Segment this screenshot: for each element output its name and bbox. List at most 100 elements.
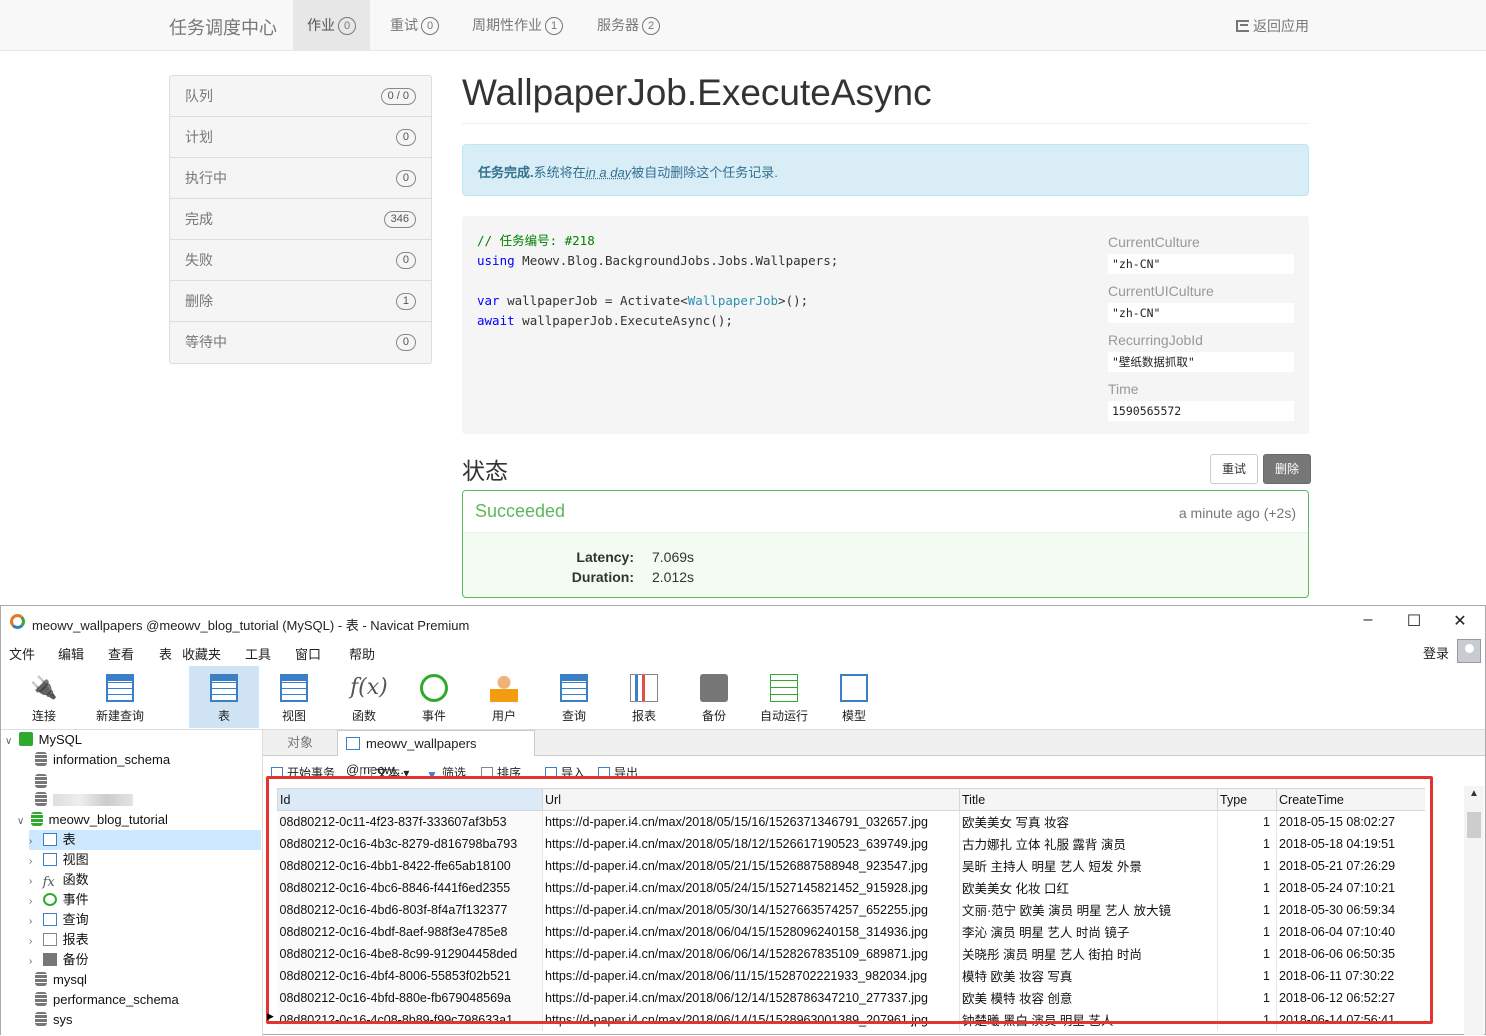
cell-url[interactable]: https://d-paper.i4.cn/max/2018/06/04/15/… bbox=[542, 920, 960, 943]
tree-item-blog-db[interactable]: ∨ meowv_blog_tutorial bbox=[17, 810, 168, 830]
retry-button[interactable]: 重试 bbox=[1210, 454, 1259, 484]
cell-url[interactable]: https://d-paper.i4.cn/max/2018/06/11/15/… bbox=[542, 964, 960, 987]
sidebar-item-failed[interactable]: 失败 0 bbox=[170, 240, 431, 281]
cell-id[interactable]: 08d80212-0c16-4bfd-880e-fb679048569a bbox=[277, 986, 543, 1009]
table-row[interactable]: 08d80212-0c16-4c08-8b89-f99c798633a1 http… bbox=[277, 1008, 1425, 1031]
tree-item-views[interactable]: › 视图 bbox=[29, 850, 89, 870]
cell-type[interactable]: 1 bbox=[1217, 876, 1277, 899]
cell-title[interactable]: 关晓彤 演员 明星 艺人 街拍 时尚 bbox=[959, 942, 1218, 965]
login-link[interactable]: 登录 bbox=[1423, 643, 1449, 662]
cell-title[interactable]: 文丽·范宁 欧美 演员 明星 艺人 放大镜 bbox=[959, 898, 1218, 921]
toolbar-automation[interactable]: 自动运行 bbox=[749, 666, 819, 728]
toolbar-report[interactable]: 报表 bbox=[609, 666, 679, 728]
chevron-down-icon[interactable]: ∨ bbox=[17, 812, 27, 832]
table-row[interactable]: 08d80212-0c16-4bdf-8aef-988f3e4785e8 http… bbox=[277, 920, 1425, 943]
tree-item-backups[interactable]: › 备份 bbox=[29, 950, 89, 970]
cell-type[interactable]: 1 bbox=[1217, 832, 1277, 855]
sidebar-item-deleted[interactable]: 删除 1 bbox=[170, 281, 431, 322]
close-icon[interactable]: ✕ bbox=[1450, 611, 1470, 631]
tree-item-information-schema[interactable]: information_schema bbox=[35, 750, 170, 770]
column-header-createtime[interactable]: CreateTime bbox=[1276, 788, 1425, 811]
toolbar-query[interactable]: 查询 bbox=[539, 666, 609, 728]
nav-servers[interactable]: 服务器 2 bbox=[583, 0, 674, 50]
chevron-right-icon[interactable]: › bbox=[29, 912, 39, 932]
brand-title[interactable]: 任务调度中心 bbox=[169, 14, 277, 40]
cell-createtime[interactable]: 2018-05-24 07:10:21 bbox=[1276, 876, 1425, 899]
toolbar-event[interactable]: 事件 bbox=[399, 666, 469, 728]
menu-view[interactable]: 查看 bbox=[108, 644, 134, 663]
cell-id[interactable]: 08d80212-0c16-4bd6-803f-8f4a7f132377 bbox=[277, 898, 543, 921]
begin-transaction-button[interactable]: 开始事务 bbox=[271, 764, 335, 781]
cell-createtime[interactable]: 2018-06-06 06:50:35 bbox=[1276, 942, 1425, 965]
cell-title[interactable]: 欧美 模特 妆容 创意 bbox=[959, 986, 1218, 1009]
table-row[interactable]: 08d80212-0c11-4f23-837f-333607af3b53 http… bbox=[277, 810, 1425, 833]
chevron-right-icon[interactable]: › bbox=[29, 852, 39, 872]
sort-button[interactable]: 排序 bbox=[481, 764, 521, 781]
toolbar-model[interactable]: 模型 bbox=[819, 666, 889, 728]
menu-edit[interactable]: 编辑 bbox=[58, 644, 84, 663]
cell-type[interactable]: 1 bbox=[1217, 942, 1277, 965]
cell-createtime[interactable]: 2018-05-30 06:59:34 bbox=[1276, 898, 1425, 921]
cell-title[interactable]: 欧美美女 写真 妆容 bbox=[959, 810, 1218, 833]
cell-id[interactable]: 08d80212-0c16-4bf4-8006-55853f02b521 bbox=[277, 964, 543, 987]
tree-item-events[interactable]: › 事件 bbox=[29, 890, 89, 910]
cell-url[interactable]: https://d-paper.i4.cn/max/2018/05/30/14/… bbox=[542, 898, 960, 921]
table-row[interactable]: 08d80212-0c16-4bfd-880e-fb679048569a http… bbox=[277, 986, 1425, 1009]
tree-item-performance-schema[interactable]: performance_schema bbox=[35, 990, 179, 1010]
menu-file[interactable]: 文件 bbox=[9, 644, 35, 663]
toolbar-view[interactable]: 视图 bbox=[259, 666, 329, 728]
menu-tools[interactable]: 工具 bbox=[245, 644, 271, 663]
cell-url[interactable]: https://d-paper.i4.cn/max/2018/06/12/14/… bbox=[542, 986, 960, 1009]
scroll-up-icon[interactable]: ▲ bbox=[1469, 788, 1479, 799]
cell-id[interactable]: 08d80212-0c16-4be8-8c99-912904458ded bbox=[277, 942, 543, 965]
cell-createtime[interactable]: 2018-05-15 08:02:27 bbox=[1276, 810, 1425, 833]
tree-item-mysql-db[interactable]: mysql bbox=[35, 970, 87, 990]
table-row[interactable]: 08d80212-0c16-4bf4-8006-55853f02b521 http… bbox=[277, 964, 1425, 987]
menu-help[interactable]: 帮助 bbox=[349, 644, 375, 663]
column-header-type[interactable]: Type bbox=[1217, 788, 1277, 811]
minimize-icon[interactable]: – bbox=[1358, 611, 1378, 629]
chevron-right-icon[interactable]: › bbox=[29, 892, 39, 912]
cell-type[interactable]: 1 bbox=[1217, 898, 1277, 921]
chevron-right-icon[interactable]: › bbox=[29, 872, 39, 892]
cell-title[interactable]: 吴昕 主持人 明星 艺人 短发 外景 bbox=[959, 854, 1218, 877]
menu-favorites[interactable]: 收藏夹 bbox=[182, 644, 221, 663]
chevron-right-icon[interactable]: › bbox=[29, 952, 39, 972]
cell-url[interactable]: https://d-paper.i4.cn/max/2018/05/18/12/… bbox=[542, 832, 960, 855]
back-to-app-link[interactable]: 返回应用 bbox=[1236, 16, 1309, 36]
cell-type[interactable]: 1 bbox=[1217, 854, 1277, 877]
table-row[interactable]: 08d80212-0c16-4bc6-8846-f441f6ed2355 http… bbox=[277, 876, 1425, 899]
export-button[interactable]: 导出 bbox=[598, 764, 638, 781]
column-header-url[interactable]: Url bbox=[542, 788, 960, 811]
tree-item-sys[interactable]: sys bbox=[35, 1010, 73, 1030]
cell-id[interactable]: 08d80212-0c16-4bdf-8aef-988f3e4785e8 bbox=[277, 920, 543, 943]
cell-type[interactable]: 1 bbox=[1217, 920, 1277, 943]
cell-createtime[interactable]: 2018-05-21 07:26:29 bbox=[1276, 854, 1425, 877]
cell-title[interactable]: 模特 欧美 妆容 写真 bbox=[959, 964, 1218, 987]
table-row[interactable]: 08d80212-0c16-4be8-8c99-912904458ded http… bbox=[277, 942, 1425, 965]
text-button[interactable]: 文本 ▾ bbox=[360, 764, 409, 781]
cell-createtime[interactable]: 2018-06-11 07:30:22 bbox=[1276, 964, 1425, 987]
tree-item-redacted-db[interactable] bbox=[35, 790, 133, 810]
cell-url[interactable]: https://d-paper.i4.cn/max/2018/05/21/15/… bbox=[542, 854, 960, 877]
cell-type[interactable]: 1 bbox=[1217, 986, 1277, 1009]
toolbar-table[interactable]: 表 bbox=[189, 666, 259, 728]
cell-url[interactable]: https://d-paper.i4.cn/max/2018/06/14/15/… bbox=[542, 1008, 960, 1031]
tree-item-functions[interactable]: › fx 函数 bbox=[29, 870, 89, 890]
cell-url[interactable]: https://d-paper.i4.cn/max/2018/05/24/15/… bbox=[542, 876, 960, 899]
cell-type[interactable]: 1 bbox=[1217, 964, 1277, 987]
chevron-right-icon[interactable]: › bbox=[29, 832, 39, 852]
table-row[interactable]: 08d80212-0c16-4b3c-8279-d816798ba793 http… bbox=[277, 832, 1425, 855]
cell-title[interactable]: 钟楚曦 黑白 演员 明星 艺人 bbox=[959, 1008, 1218, 1031]
cell-type[interactable]: 1 bbox=[1217, 810, 1277, 833]
toolbar-connect[interactable]: 🔌 连接 bbox=[9, 666, 79, 728]
sidebar-item-processing[interactable]: 执行中 0 bbox=[170, 158, 431, 199]
tree-item-queries[interactable]: › 查询 bbox=[29, 910, 89, 930]
column-header-id[interactable]: Id bbox=[277, 788, 543, 811]
scrollbar-thumb[interactable] bbox=[1467, 812, 1481, 838]
delete-button[interactable]: 删除 bbox=[1263, 454, 1312, 484]
sidebar-item-awaiting[interactable]: 等待中 0 bbox=[170, 322, 431, 363]
tree-item-reports[interactable]: › 报表 bbox=[29, 930, 89, 950]
cell-url[interactable]: https://d-paper.i4.cn/max/2018/05/15/16/… bbox=[542, 810, 960, 833]
nav-retries[interactable]: 重试 0 bbox=[376, 0, 453, 50]
